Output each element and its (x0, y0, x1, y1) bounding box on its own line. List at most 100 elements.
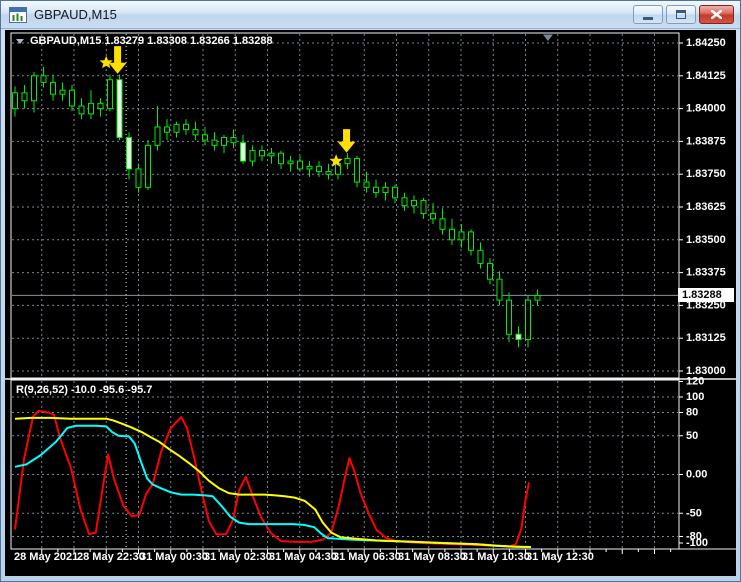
candle (59, 82, 66, 101)
restore-icon (676, 10, 686, 19)
candle (221, 134, 227, 154)
window-controls (633, 5, 734, 24)
close-icon (711, 10, 722, 19)
time-axis-label: 31 May 06:30 (333, 551, 401, 563)
candle (534, 289, 541, 306)
candle (477, 242, 484, 269)
candle (97, 98, 104, 117)
candle (496, 271, 503, 306)
indicator-axis-label: 0.00 (686, 469, 707, 481)
ohlc-info-line: GBPAUD,M15 1.83279 1.83308 1.83266 1.832… (16, 35, 273, 47)
chart-client-area: 1.84250 1.84125 1.84000 1.83875 1.83750 1.836… (5, 30, 736, 576)
candle (69, 84, 75, 112)
time-axis-label: 31 May 08:30 (398, 551, 466, 563)
candle (88, 90, 94, 120)
candle (382, 182, 389, 201)
candle (249, 145, 256, 167)
candle (164, 119, 170, 141)
signal-star-icon (99, 55, 113, 69)
candle (525, 294, 531, 348)
time-axis-label: 31 May 12:30 (526, 551, 594, 563)
chart-window-icon (9, 6, 27, 23)
close-button[interactable] (699, 5, 734, 24)
title-bar[interactable]: GBPAUD,M15 (1, 1, 740, 29)
candle (354, 155, 360, 188)
candle (401, 192, 408, 211)
candle (21, 84, 28, 109)
price-axis-label: 1.83750 (686, 168, 726, 180)
candle (116, 74, 123, 141)
ohlc-info-text: GBPAUD,M15 1.83279 1.83308 1.83266 1.832… (30, 35, 273, 47)
candle (135, 163, 142, 193)
candle (420, 197, 427, 219)
price-axis-label: 1.83375 (686, 267, 726, 279)
time-axis: 28 May 202128 May 22:3031 May 00:3031 Ma… (14, 549, 672, 563)
r52-line (14, 416, 531, 548)
candle (126, 132, 132, 180)
price-axis-label: 1.83125 (686, 332, 726, 344)
candle (31, 71, 37, 113)
minimize-button[interactable] (633, 5, 663, 24)
price-axis: 1.84250 1.84125 1.84000 1.83875 1.83750 1.836… (679, 37, 726, 377)
candle (287, 155, 294, 172)
indicator-axis-label: 120 (686, 376, 704, 388)
price-axis-label: 1.83875 (686, 135, 726, 147)
price-axis-label: 1.84000 (686, 103, 726, 115)
candle (430, 203, 436, 225)
indicator-axis-label: -50 (686, 507, 702, 519)
candle (211, 132, 218, 151)
candle (240, 134, 246, 164)
candle (373, 179, 379, 198)
time-axis-label: 31 May 04:30 (269, 551, 337, 563)
restore-button[interactable] (666, 5, 696, 24)
candle (468, 229, 474, 256)
candle (12, 86, 18, 117)
candle (78, 98, 85, 120)
indicator-axis: 12010080500.00-50-80-100 (679, 376, 708, 549)
time-axis-label: 28 May 2021 (14, 551, 78, 563)
price-axis-label: 1.84250 (686, 37, 726, 49)
signal-markers (99, 46, 356, 167)
signal-arrow-down-icon (108, 46, 127, 74)
candle (50, 74, 56, 101)
indicator-axis-label: 100 (686, 391, 704, 403)
candle (506, 292, 512, 343)
chart-shift-marker-icon[interactable] (542, 34, 553, 42)
candle (297, 155, 303, 172)
indicator-axis-label: 80 (686, 407, 698, 419)
candle (458, 224, 465, 248)
oscillator-layer (14, 409, 531, 548)
time-axis-label: 28 May 22:30 (77, 551, 145, 563)
symbol-collapse-icon[interactable] (16, 38, 24, 44)
price-chart-canvas[interactable]: 1.84250 1.84125 1.84000 1.83875 1.83750 1.836… (5, 30, 738, 578)
candle (278, 150, 284, 169)
candle (259, 145, 265, 162)
candle (192, 121, 199, 141)
signal-arrow-down-icon (337, 129, 356, 153)
current-price-tag: 1.83288 (678, 288, 734, 302)
price-axis-label: 1.84125 (686, 70, 726, 82)
time-axis-label: 31 May 02:30 (204, 551, 272, 563)
indicator-label: R(9,26,52) -10.0 -95.6 -95.7 (16, 384, 153, 396)
minimize-icon (643, 16, 653, 20)
r26-line (14, 424, 531, 548)
candle (411, 195, 417, 214)
time-axis-label: 31 May 00:30 (140, 551, 208, 563)
price-axis-label: 1.83500 (686, 234, 726, 246)
candle (154, 105, 161, 151)
candle (107, 74, 113, 112)
candle (449, 218, 455, 246)
window-title: GBPAUD,M15 (34, 7, 117, 22)
candle (439, 208, 446, 235)
candle (344, 153, 351, 169)
candle (325, 163, 332, 180)
chart-window: GBPAUD,M15 1.84250 1.84125 1.84000 1.83875 1… (0, 0, 741, 582)
r9-line (14, 409, 530, 548)
candle (183, 119, 189, 135)
indicator-axis-label: -100 (686, 537, 708, 549)
candle (268, 147, 275, 164)
candle (145, 140, 151, 190)
candle (515, 326, 522, 348)
indicator-axis-label: 50 (686, 430, 698, 442)
price-axis-label: 1.83625 (686, 201, 726, 213)
